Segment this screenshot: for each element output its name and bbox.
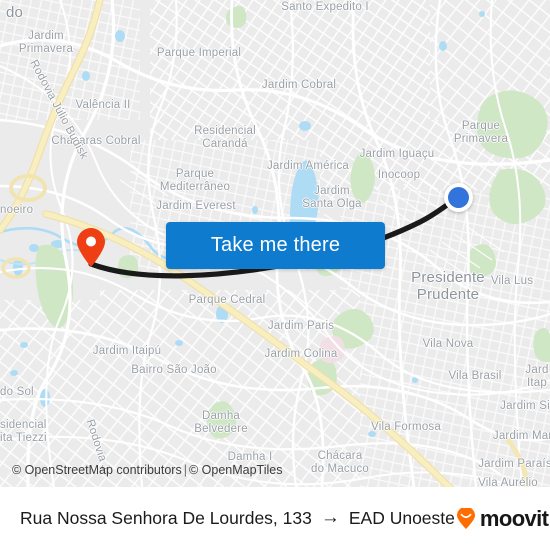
destination-marker[interactable] xyxy=(444,183,473,212)
arrow-right-icon: → xyxy=(320,507,340,528)
trip-summary: Rua Nossa Senhora De Lourdes, 133 → EAD … xyxy=(20,508,455,529)
moovit-brand[interactable]: moovit xyxy=(455,506,549,532)
trip-origin-label: Rua Nossa Senhora De Lourdes, 133 xyxy=(20,508,312,528)
moovit-wordmark: moovit xyxy=(479,505,549,531)
attribution-openmaptiles[interactable]: © OpenMapTiles xyxy=(189,463,283,477)
moovit-pin-icon xyxy=(456,507,475,529)
moovit-trip-map-screen: do Santo Expedito I Jardim Primavera Parque… xyxy=(0,0,550,550)
take-me-there-button[interactable]: Take me there xyxy=(166,222,385,269)
map-attribution: © OpenStreetMap contributors | © OpenMapTi… xyxy=(0,463,550,477)
trip-footer: Rua Nossa Senhora De Lourdes, 133 → EAD … xyxy=(0,487,550,550)
take-me-there-label: Take me there xyxy=(210,234,341,256)
map-pin-icon xyxy=(77,228,105,267)
attribution-osm[interactable]: © OpenStreetMap contributors xyxy=(12,463,182,477)
trip-destination-label: EAD Unoeste xyxy=(348,508,455,528)
map-canvas[interactable]: do Santo Expedito I Jardim Primavera Parque… xyxy=(0,0,550,487)
origin-marker[interactable] xyxy=(76,228,106,268)
attribution-separator: | xyxy=(183,463,187,477)
